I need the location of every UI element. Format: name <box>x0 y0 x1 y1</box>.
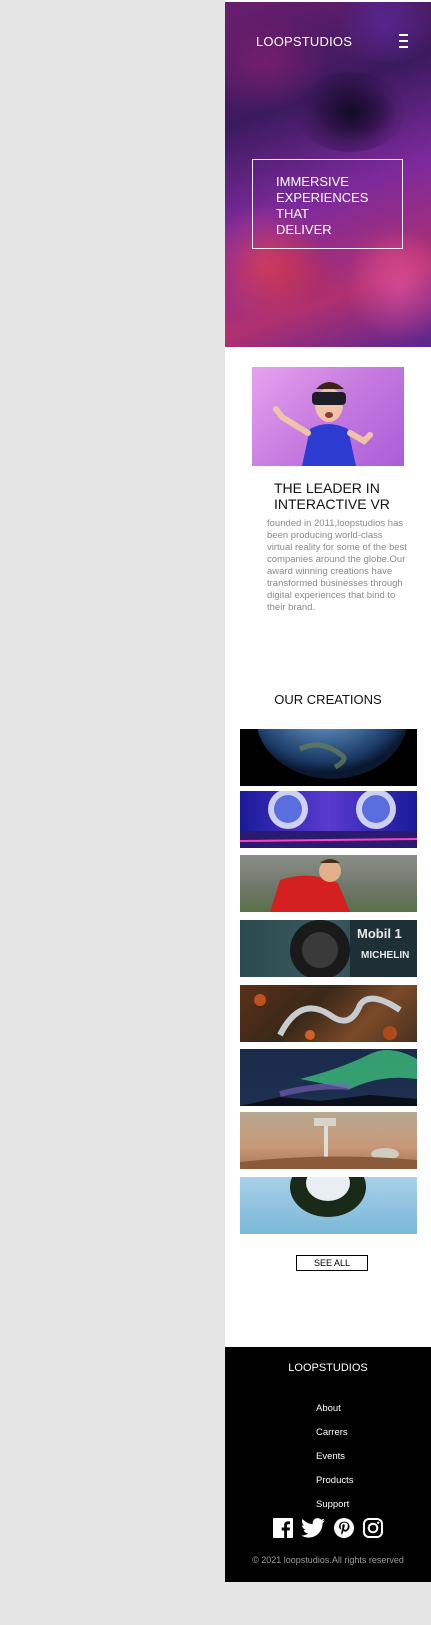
creation-fisheye-image[interactable] <box>240 1177 417 1234</box>
creation-aurora-image[interactable] <box>240 1049 417 1106</box>
intro-title: THE LEADER IN INTERACTIVE VR <box>274 480 414 512</box>
footer-link-events[interactable]: Events <box>316 1451 345 1462</box>
copyright-text: © 2021 loopstudios.All rights reserved <box>252 1555 404 1565</box>
hero-headline-line: DELIVER <box>276 222 332 237</box>
pinterest-icon[interactable] <box>334 1517 354 1539</box>
hero-headline-line: THAT <box>276 206 309 221</box>
intro-title-line: INTERACTIVE VR <box>274 496 390 512</box>
hero-glow-shape <box>325 2 431 62</box>
twitter-icon[interactable] <box>301 1517 325 1539</box>
footer-link-support[interactable]: Support <box>316 1499 349 1510</box>
intro-title-line: THE LEADER IN <box>274 480 380 496</box>
race-car-sticker-text: Mobil 1 <box>357 926 402 941</box>
facebook-icon[interactable] <box>273 1517 293 1539</box>
creation-curvy-road-image[interactable] <box>240 985 417 1042</box>
footer-link-products[interactable]: Products <box>316 1475 354 1486</box>
hero-headline-line: IMMERSIVE <box>276 174 349 189</box>
instagram-icon[interactable] <box>363 1517 383 1539</box>
creations-heading: OUR CREATIONS <box>274 692 382 707</box>
creation-earth-image[interactable] <box>240 729 417 786</box>
see-all-button[interactable]: SEE ALL <box>296 1255 368 1271</box>
race-car-sticker-text: MICHELIN <box>361 950 409 961</box>
footer-link-about[interactable]: About <box>316 1403 341 1414</box>
vr-person-image <box>252 367 404 466</box>
creation-arcade-image[interactable] <box>240 791 417 848</box>
page: LOOPSTUDIOS IMMERSIVE EXPERIENCES THAT D… <box>225 0 431 1582</box>
footer-link-careers[interactable]: Carrers <box>316 1427 348 1438</box>
footer-logo[interactable]: LOOPSTUDIOS <box>225 1362 431 1374</box>
creation-soccer-image[interactable] <box>240 855 417 912</box>
creation-race-car-image[interactable]: Mobil 1 MICHELIN <box>240 920 417 977</box>
creation-rover-image[interactable] <box>240 1112 417 1169</box>
hero-headline-line: EXPERIENCES <box>276 190 369 205</box>
hero-vr-headset-shape <box>295 72 405 152</box>
hero-headline-box: IMMERSIVE EXPERIENCES THAT DELIVER <box>252 159 403 249</box>
header-logo[interactable]: LOOPSTUDIOS <box>256 34 352 49</box>
footer: LOOPSTUDIOS About Carrers Events Product… <box>225 1347 431 1582</box>
intro-paragraph: founded in 2011,loopstudios has been pro… <box>267 518 407 613</box>
hero-section: LOOPSTUDIOS IMMERSIVE EXPERIENCES THAT D… <box>225 2 431 347</box>
hamburger-menu-icon[interactable] <box>399 33 409 49</box>
